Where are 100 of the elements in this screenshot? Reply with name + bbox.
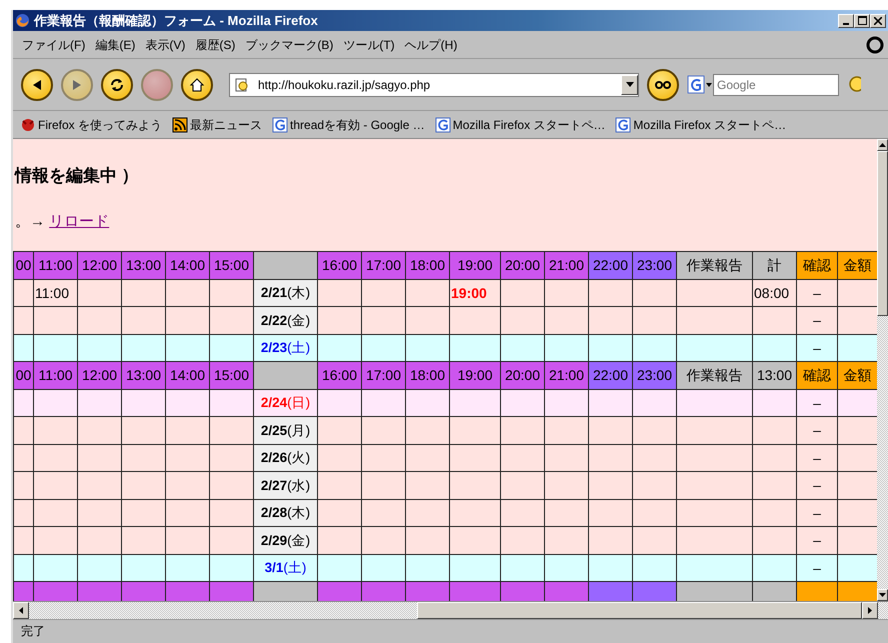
table-cell [34,306,78,334]
table-cell [544,389,588,416]
page-heading: 情報を編集中 ） [15,165,140,187]
scrollbar-thumb[interactable] [417,602,862,619]
bookmark-item[interactable]: 最新ニュース [169,116,266,134]
reload-link[interactable]: リロード [49,212,110,230]
up-arrow-icon [879,143,886,147]
table-cell [632,444,676,472]
table-cell [14,416,34,444]
column-header: 14:00 [166,252,210,279]
table-cell [500,279,544,306]
table-cell [544,499,588,526]
table-cell [362,499,406,526]
table-cell [166,526,210,554]
minimize-icon [843,22,849,24]
table-cell [362,306,406,334]
table-cell [632,306,676,334]
column-header: 22:00 [588,252,632,279]
table-cell [122,554,166,582]
menu-item[interactable]: 編集(E) [90,36,140,54]
close-button[interactable] [870,14,886,28]
table-cell [450,499,500,526]
column-header: 16:00 [318,252,362,279]
table-cell [122,306,166,334]
table-cell [34,444,78,472]
menu-item[interactable]: ツール(T) [338,36,400,54]
table-cell [752,389,796,416]
scroll-down-button[interactable] [877,589,888,601]
table-cell [632,554,676,582]
scroll-right-button[interactable] [862,602,878,619]
table-cell [14,279,34,306]
home-button[interactable] [181,68,213,100]
table-cell [166,389,210,416]
menu-item[interactable]: 表示(V) [140,36,190,54]
bookmark-item[interactable]: threadを有効 - Google … [269,116,428,134]
minimize-button[interactable] [838,14,854,28]
column-header: 14:00 [166,362,210,389]
status-text: 完了 [21,624,45,638]
date-cell: 2/23(土) [254,334,318,362]
table-cell [318,526,362,554]
reload-button[interactable] [101,68,133,100]
table-cell [122,279,166,306]
table-cell [406,389,450,416]
column-header: 19:00 [450,252,500,279]
table-cell [14,444,34,472]
table-cell [362,416,406,444]
table-cell [544,526,588,554]
column-header: 00 [14,252,34,279]
column-header: 15:00 [210,362,254,389]
scroll-up-button[interactable] [877,139,888,151]
scrollbar-thumb[interactable] [877,151,888,316]
menu-item[interactable]: ブックマーク(B) [240,36,338,54]
column-header: 23:00 [632,252,676,279]
date-cell: 3/1(土) [254,554,318,582]
table-cell [34,554,78,582]
menu-item[interactable]: ヘルプ(H) [400,36,462,54]
table-cell [500,334,544,362]
table-cell [318,279,362,306]
table-cell [14,334,34,362]
table-cell [318,444,362,472]
table-cell [752,334,796,362]
table-cell [544,306,588,334]
table-cell: – [796,279,838,306]
search-field[interactable]: Google [713,74,839,96]
table-cell [588,554,632,582]
fox-icon [20,116,36,132]
rss-feed-icon [172,116,188,132]
column-header: 20:00 [500,252,544,279]
bookmark-item[interactable]: Mozilla Firefox スタートペ… [432,116,608,134]
scroll-left-button[interactable] [13,602,29,619]
column-header: 12:00 [78,362,122,389]
back-button[interactable] [21,68,53,100]
maximize-button[interactable] [854,14,870,28]
table-cell [318,499,362,526]
table-cell [838,389,877,416]
table-cell [838,334,877,362]
close-icon [874,16,882,24]
column-header: 確認 [796,362,838,389]
column-header: 11:00 [34,362,78,389]
search-engine-icon[interactable] [687,74,713,94]
bookmark-item[interactable]: Mozilla Firefox スタートペ… [612,116,790,134]
table-cell [406,416,450,444]
bookmark-item[interactable]: Firefox を使ってみよう [17,116,166,134]
menu-item[interactable]: 履歴(S) [190,36,240,54]
dropdown-button[interactable] [621,74,638,94]
go-button[interactable] [647,68,679,100]
table-cell [450,444,500,472]
table-cell [362,526,406,554]
table-cell [588,499,632,526]
vertical-scrollbar[interactable] [877,139,888,601]
firefox-icon [15,13,30,28]
table-cell [122,416,166,444]
menu-item[interactable]: ファイル(F) [17,36,90,54]
google-icon [434,116,451,132]
horizontal-scrollbar[interactable] [13,601,888,619]
column-header: 19:00 [450,362,500,389]
table-cell [78,444,122,472]
table-cell: 08:00 [752,279,796,306]
table-cell [210,334,254,362]
url-field[interactable]: http://houkoku.razil.jp/sagyo.php [229,72,639,96]
